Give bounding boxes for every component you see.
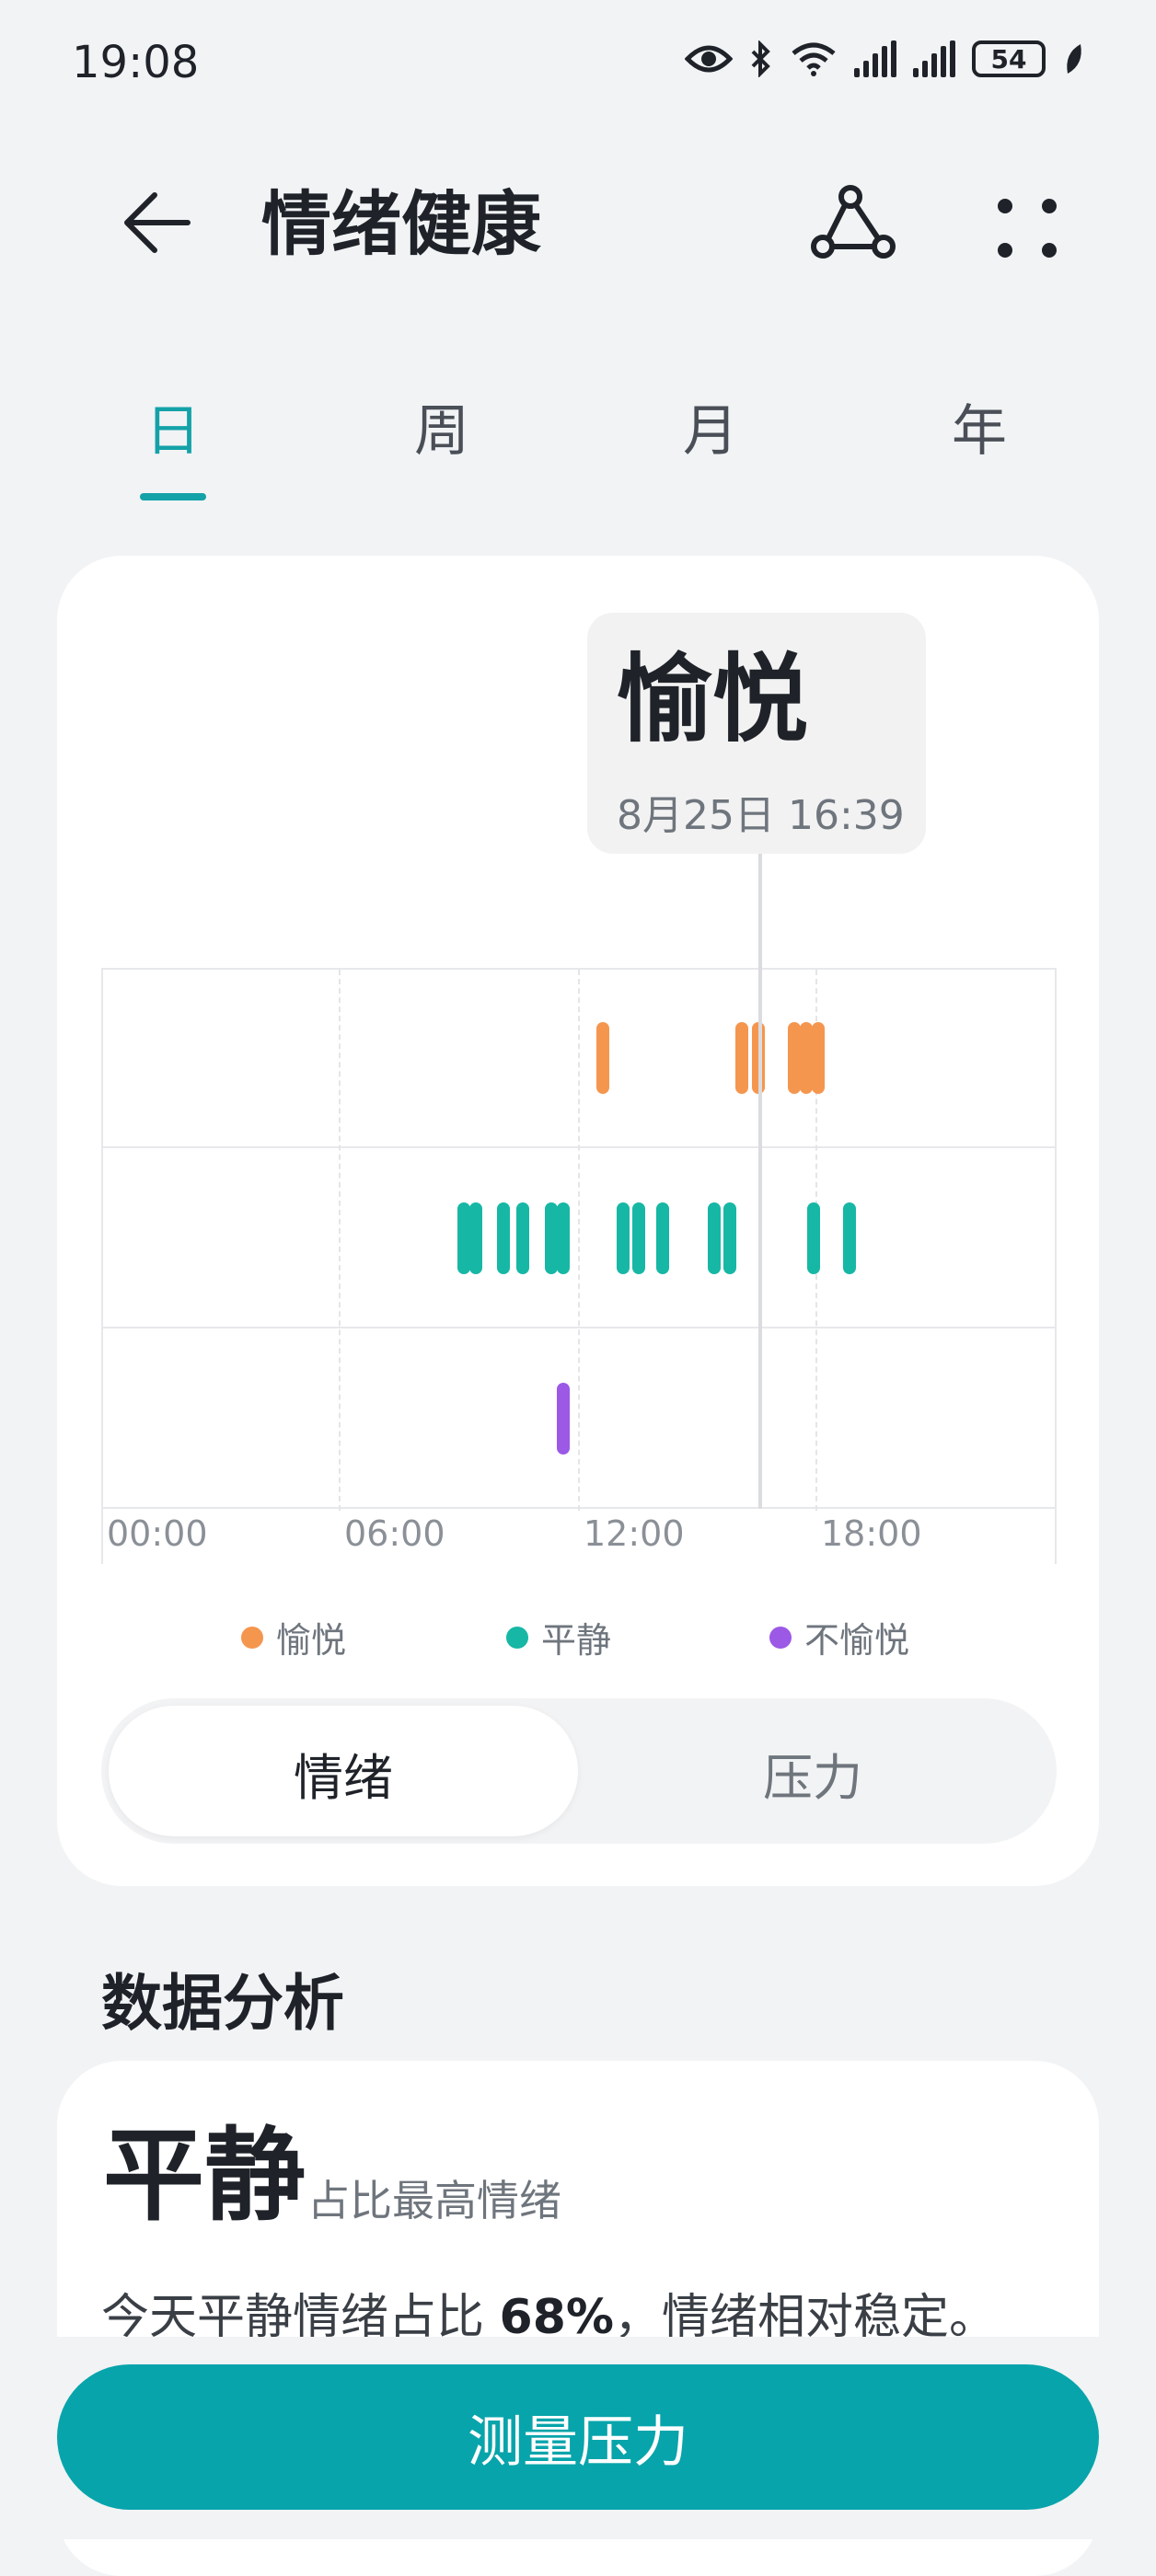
more-icon[interactable] — [990, 191, 1064, 265]
x-tick-label: 18:00 — [821, 1513, 922, 1554]
tooltip-datetime: 8月25日 16:39 — [617, 792, 905, 839]
legend-label: 平静 — [541, 1620, 612, 1661]
chart-mark — [556, 1202, 570, 1274]
x-tick-label: 12:00 — [584, 1513, 685, 1554]
grid-line — [339, 970, 341, 1511]
chart-mark — [723, 1202, 737, 1274]
tick-mark — [1055, 1509, 1057, 1564]
segment-stress[interactable]: 压力 — [578, 1737, 1047, 1810]
chart-mark — [735, 1022, 749, 1094]
chart-mark — [787, 1022, 801, 1094]
status-time: 19:08 — [72, 37, 200, 88]
section-title: 数据分析 — [101, 1968, 344, 2039]
eye-icon — [685, 45, 733, 73]
x-tick-label: 06:00 — [344, 1513, 445, 1554]
chart-mark — [595, 1022, 609, 1094]
chart-mark — [496, 1202, 510, 1274]
chart-mark — [811, 1022, 825, 1094]
status-icons: 54 — [685, 40, 1084, 77]
x-tick-label: 00:00 — [107, 1513, 208, 1554]
chart-mark — [556, 1383, 570, 1455]
wifi-icon — [792, 42, 836, 76]
legend-item-unpleasant: 不愉悦 — [769, 1612, 909, 1662]
grid-line — [578, 970, 580, 1511]
legend-item-calm: 平静 — [506, 1612, 611, 1662]
back-arrow-icon[interactable] — [118, 184, 195, 261]
tab-active-indicator — [140, 493, 206, 500]
tab-week[interactable]: 周 — [359, 386, 525, 466]
segment-emotion-label[interactable]: 情绪 — [109, 1737, 578, 1810]
tick-mark — [101, 1509, 103, 1564]
tab-year[interactable]: 年 — [896, 386, 1062, 466]
chart-mark — [807, 1202, 821, 1274]
top-emotion-subtitle: 占比最高情绪 — [307, 2176, 561, 2225]
share-icon[interactable] — [810, 184, 898, 261]
chart-mark — [516, 1202, 530, 1274]
legend-dot — [506, 1626, 528, 1649]
legend-label: 不愉悦 — [804, 1620, 910, 1661]
tooltip-emotion: 愉悦 — [617, 643, 809, 755]
chart-mark — [616, 1202, 630, 1274]
chart-mark — [708, 1202, 722, 1274]
legend-item-pleasant: 愉悦 — [241, 1612, 346, 1662]
battery-icon: 54 — [972, 40, 1046, 77]
signal-icon — [854, 40, 896, 77]
chart-mark — [544, 1202, 558, 1274]
tab-month[interactable]: 月 — [628, 386, 793, 466]
chart-mark — [655, 1202, 669, 1274]
bluetooth-icon — [751, 40, 770, 77]
legend-dot — [241, 1626, 263, 1649]
chart-mark — [468, 1202, 482, 1274]
legend-dot — [769, 1626, 792, 1649]
chart-mark — [799, 1022, 813, 1094]
legend-label: 愉悦 — [276, 1620, 347, 1661]
tab-day[interactable]: 日 — [90, 386, 256, 466]
measure-stress-button[interactable]: 测量压力 — [57, 2364, 1099, 2510]
chart-mark — [843, 1202, 857, 1274]
selected-time-line — [758, 854, 762, 1509]
chart-mark — [631, 1202, 645, 1274]
signal-icon-2 — [913, 40, 955, 77]
top-emotion: 平静 — [103, 2117, 306, 2235]
leaf-icon — [1067, 44, 1081, 74]
page-title: 情绪健康 — [261, 183, 541, 265]
chart-mark — [457, 1202, 470, 1274]
